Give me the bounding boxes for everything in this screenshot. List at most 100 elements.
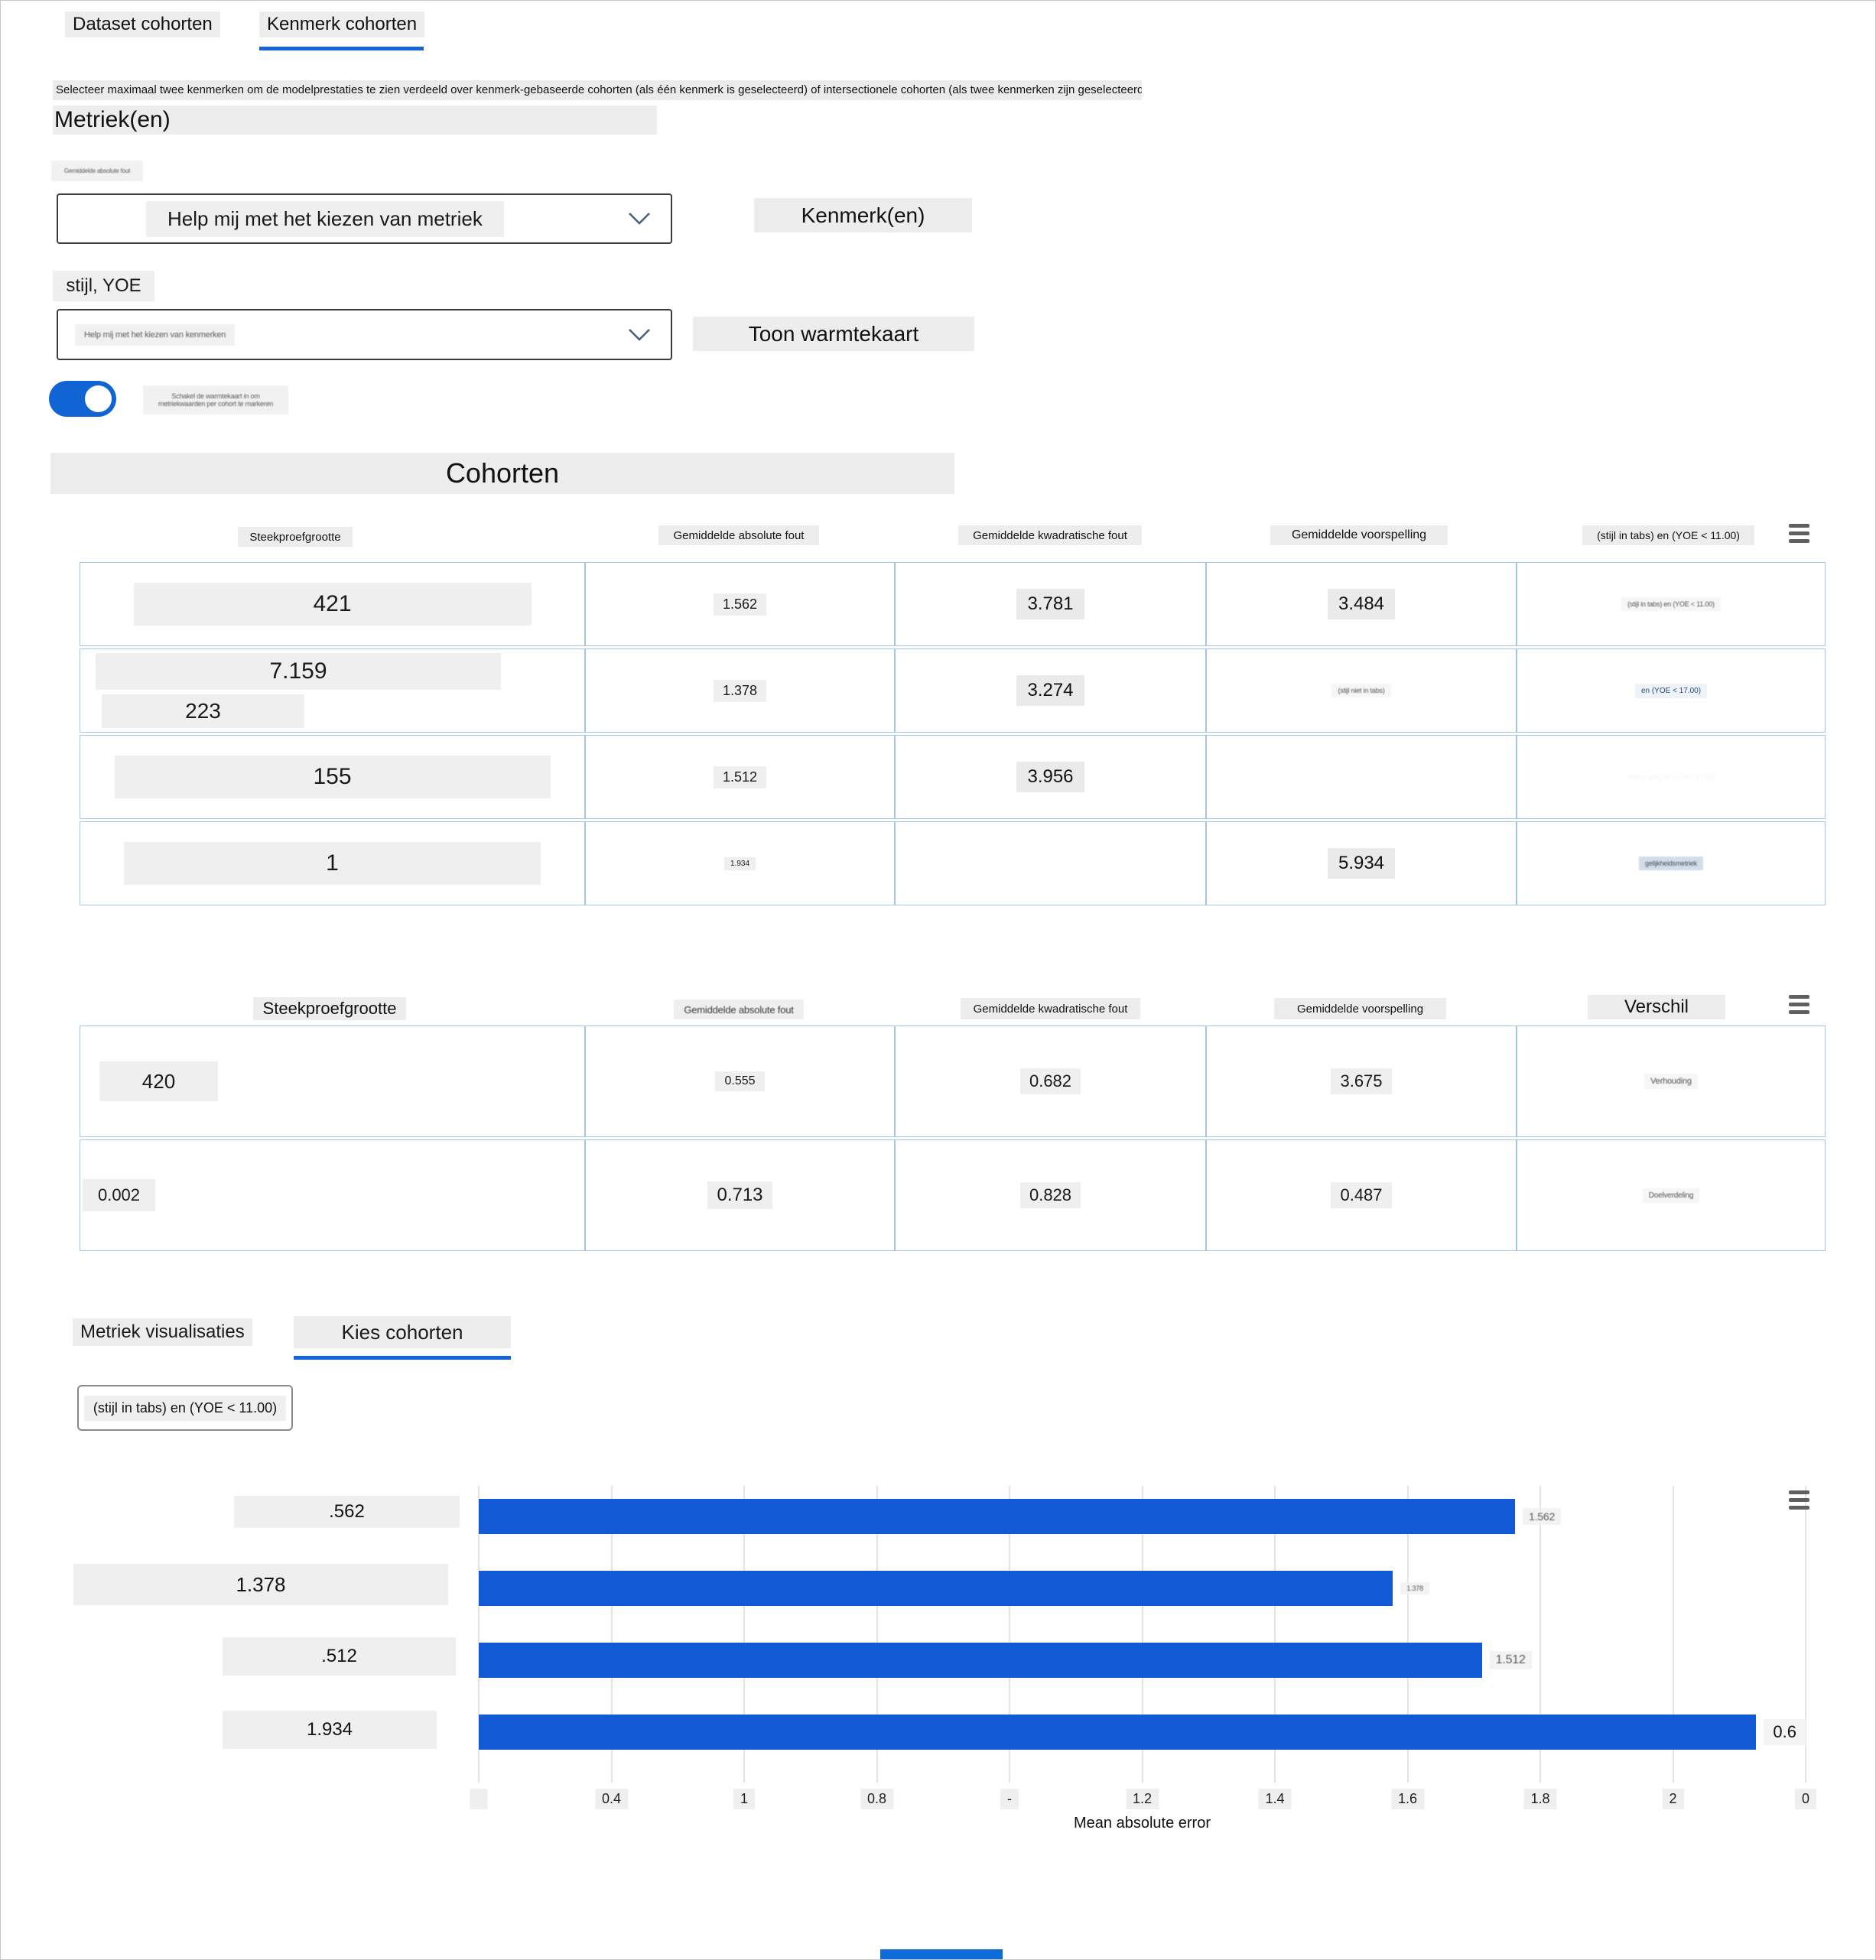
chevron-down-icon — [628, 212, 651, 226]
selected-metric-chip: Gemiddelde absolute fout — [51, 161, 143, 181]
chart-category-label: 1.378 — [73, 1564, 448, 1605]
heatmap-cell: (stijl in tabs) en (YOE < 17.00) — [1517, 735, 1826, 819]
mae-value: 1.378 — [713, 679, 767, 702]
t1-header-mae: Gemiddelde absolute fout — [658, 525, 819, 545]
table-cell: 0.555 — [585, 1026, 895, 1137]
heatmap-section-title: Toon warmtekaart — [693, 317, 974, 351]
t2-header-mae: Gemiddelde absolute fout — [674, 1000, 804, 1019]
metrics-section-title: Metriek(en) — [53, 106, 657, 135]
cohort-label: (stijl in tabs) en (YOE < 11.00) — [1621, 597, 1721, 611]
cohort-filter-chip[interactable]: (stijl in tabs) en (YOE < 11.00) — [77, 1385, 293, 1431]
bar-cohort-2[interactable] — [479, 1571, 1393, 1606]
mse-value: 0.828 — [1019, 1182, 1081, 1208]
cohort-filter-label: (stijl in tabs) en (YOE < 11.00) — [83, 1395, 287, 1421]
table-cell: 1.512 — [585, 735, 895, 819]
x-tick-label — [470, 1789, 488, 1809]
heatmap-cell: (stijl in tabs) en (YOE < 11.00) — [1517, 562, 1826, 646]
table2-menu-icon[interactable] — [1789, 995, 1809, 1014]
chart-x-axis: 0.4 1 0.8 - 1.2 1.4 1.6 1.8 2 0 — [470, 1789, 1817, 1815]
tab-dataset-cohorten[interactable]: Dataset cohorten — [65, 11, 220, 37]
cohort-size-value: 1 — [124, 842, 541, 885]
table-cell: 421 — [80, 562, 585, 646]
x-tick-label: 1 — [733, 1789, 756, 1809]
heatmap-cell: 5.934 — [1206, 821, 1517, 905]
t2-header-sample-size: Steekproefgrootte — [253, 997, 406, 1020]
cohort-label: (stijl in tabs) en (YOE < 17.00) — [1621, 770, 1722, 784]
heatmap-toggle-caption: Schakel de warmtekaart in om metriekwaar… — [143, 385, 288, 414]
cohort-size-value-2: 223 — [102, 694, 304, 728]
t2-header-mse: Gemiddelde kwadratische fout — [961, 998, 1140, 1019]
table1-menu-icon[interactable] — [1789, 524, 1809, 543]
t1-header-sample-size: Steekproefgrootte — [238, 527, 353, 547]
mse-value: 3.956 — [1016, 762, 1084, 792]
mean-prediction-value: 3.675 — [1331, 1068, 1392, 1094]
mean-prediction-value: 0.487 — [1331, 1182, 1392, 1208]
bar-cohort-1[interactable] — [479, 1499, 1516, 1534]
table-cell: 0.828 — [895, 1139, 1206, 1251]
heatmap-cell: en (YOE < 17.00) — [1517, 648, 1826, 733]
mean-prediction-value: (stijl niet in tabs) — [1331, 684, 1391, 697]
mse-value: 3.781 — [1016, 589, 1084, 619]
x-tick-label: 1.8 — [1523, 1789, 1557, 1809]
toggle-knob — [85, 385, 112, 412]
active-tab-underline — [259, 47, 424, 50]
instruction-text: Selecteer maximaal twee kenmerken om de … — [53, 80, 1142, 100]
table-cell: Doelverdeling — [1517, 1139, 1826, 1251]
mae-value: 0.555 — [715, 1071, 765, 1091]
heatmap-cell: 3.781 — [895, 562, 1206, 646]
mae-value: 0.713 — [707, 1182, 772, 1209]
bar-value-label: 1.562 — [1523, 1508, 1562, 1525]
cohort-size-value: 421 — [133, 583, 532, 626]
table-cell: 1.378 — [585, 648, 895, 733]
feature-dropdown[interactable]: Help mij met het kiezen van kenmerken — [57, 309, 672, 360]
sample-size-value: 0.002 — [83, 1179, 155, 1211]
t1-header-mean-prediction: Gemiddelde voorspelling — [1270, 525, 1448, 545]
heatmap-cell: gelijkheidsmetriek — [1517, 821, 1826, 905]
table-cell: 0.487 — [1206, 1139, 1517, 1251]
cohort-size-value: 7.159 — [96, 653, 501, 690]
bar-value-label: 0.6 — [1764, 1719, 1806, 1745]
heatmap-cell: 7.064 — [1206, 735, 1517, 819]
x-tick-label: 0.4 — [594, 1789, 629, 1809]
cohort-label: en (YOE < 17.00) — [1634, 683, 1708, 698]
table-cell: 0.002 — [80, 1139, 585, 1251]
feature-cohorts-page: Dataset cohorten Kenmerk cohorten Select… — [0, 0, 1876, 1960]
x-tick-label: 0 — [1794, 1789, 1817, 1809]
tab-kenmerk-cohorten[interactable]: Kenmerk cohorten — [259, 11, 425, 37]
tab-kies-cohorten[interactable]: Kies cohorten — [294, 1316, 511, 1348]
table-cell: 420 — [80, 1026, 585, 1137]
chart-category-label: .512 — [223, 1637, 456, 1676]
mae-value: 1.512 — [713, 765, 767, 788]
mae-value: 1.934 — [723, 856, 756, 870]
selected-features-chip: stijl, YOE — [53, 271, 154, 301]
bar-cohort-3[interactable] — [479, 1643, 1482, 1678]
diff-label: Verhouding — [1644, 1074, 1698, 1089]
t2-header-verschil: Verschil — [1588, 995, 1725, 1019]
mse-value: 3.274 — [1016, 675, 1084, 706]
table-cell: 3.675 — [1206, 1026, 1517, 1137]
table-cell: 155 — [80, 735, 585, 819]
table-cell: 0.713 — [585, 1139, 895, 1251]
heatmap-cell: 3.484 — [1206, 562, 1517, 646]
chart-category-label: 1.934 — [223, 1711, 437, 1749]
feature-dropdown-label: Help mij met het kiezen van kenmerken — [75, 323, 236, 346]
chart-x-axis-title: Mean absolute error — [1074, 1815, 1211, 1832]
bar-cohort-4[interactable] — [479, 1715, 1757, 1750]
chart-menu-icon[interactable] — [1789, 1490, 1809, 1510]
tab-metriek-visualisaties[interactable]: Metriek visualisaties — [73, 1318, 252, 1346]
metric-dropdown[interactable]: Help mij met het kiezen van metriek — [57, 193, 672, 244]
heatmap-cell: 3.739 — [895, 821, 1206, 905]
chevron-down-icon — [628, 328, 651, 342]
sample-size-value: 420 — [99, 1061, 218, 1101]
x-tick-label: 1.4 — [1258, 1789, 1292, 1809]
x-tick-label: 2 — [1662, 1789, 1684, 1809]
bottom-scroll-indicator[interactable] — [880, 1949, 1003, 1959]
mean-prediction-value: 3.484 — [1327, 589, 1396, 619]
t1-header-cohort: (stijl in tabs) en (YOE < 11.00) — [1582, 525, 1754, 545]
active-tab-underline — [294, 1356, 511, 1360]
x-tick-label: - — [1000, 1789, 1019, 1809]
heatmap-cell: 3.274 — [895, 648, 1206, 733]
heatmap-toggle[interactable] — [49, 381, 116, 417]
mse-value: 3.739 — [1027, 853, 1074, 873]
cohort-heatmap-table: 421 1.562 3.781 3.484 (stijl in tabs) en… — [80, 562, 1827, 905]
